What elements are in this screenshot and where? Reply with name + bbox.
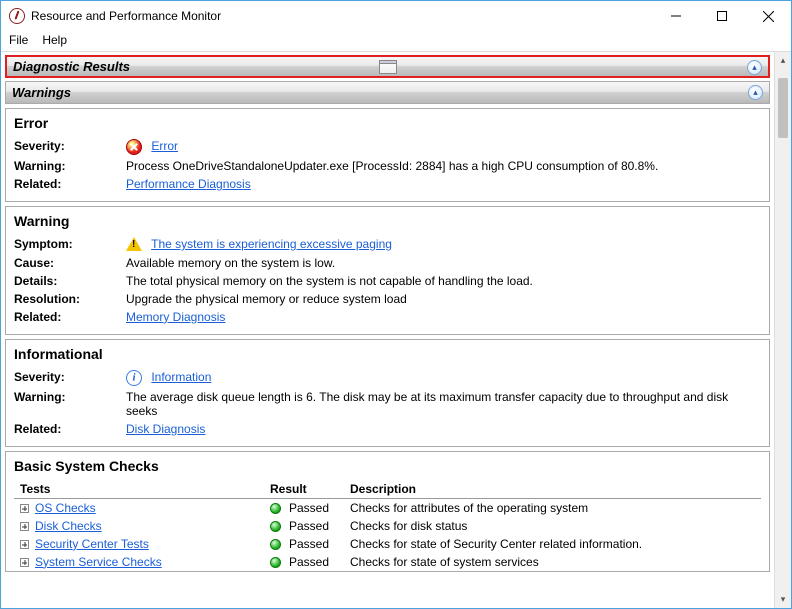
result-text: Passed bbox=[289, 501, 329, 515]
banner-warnings[interactable]: Warnings ▴ bbox=[5, 81, 770, 104]
value-related: Performance Diagnosis bbox=[126, 177, 761, 191]
expand-icon[interactable] bbox=[20, 522, 29, 531]
label-warning: Warning: bbox=[14, 390, 126, 418]
value-severity: Error bbox=[126, 139, 761, 155]
table-header-row: Tests Result Description bbox=[14, 480, 761, 499]
calendar-icon bbox=[379, 60, 397, 74]
banner-title: Diagnostic Results bbox=[13, 59, 130, 74]
label-related: Related: bbox=[14, 177, 126, 191]
desc-text: Checks for disk status bbox=[344, 517, 761, 535]
label-warning: Warning: bbox=[14, 159, 126, 173]
desc-text: Checks for attributes of the operating s… bbox=[344, 498, 761, 517]
col-tests[interactable]: Tests bbox=[14, 480, 264, 499]
table-row: Security Center Tests Passed Checks for … bbox=[14, 535, 761, 553]
value-related: Disk Diagnosis bbox=[126, 422, 761, 436]
result-text: Passed bbox=[289, 519, 329, 533]
pass-icon bbox=[270, 557, 281, 568]
collapse-icon[interactable]: ▴ bbox=[748, 85, 763, 100]
value-details: The total physical memory on the system … bbox=[126, 274, 761, 288]
table-row: System Service Checks Passed Checks for … bbox=[14, 553, 761, 571]
pass-icon bbox=[270, 521, 281, 532]
test-link[interactable]: OS Checks bbox=[35, 501, 96, 515]
test-link[interactable]: System Service Checks bbox=[35, 555, 162, 569]
titlebar: Resource and Performance Monitor bbox=[1, 1, 791, 31]
scroll-thumb[interactable] bbox=[778, 78, 788, 138]
content-wrap: Diagnostic Results ▴ Warnings ▴ Error Se… bbox=[1, 51, 791, 608]
error-panel: Error Severity: Error Warning: Process O… bbox=[5, 108, 770, 202]
value-severity: Information bbox=[126, 370, 761, 386]
value-resolution: Upgrade the physical memory or reduce sy… bbox=[126, 292, 761, 306]
expand-icon[interactable] bbox=[20, 558, 29, 567]
result-text: Passed bbox=[289, 555, 329, 569]
minimize-button[interactable] bbox=[653, 1, 699, 31]
basic-system-checks: Basic System Checks Tests Result Descrip… bbox=[5, 451, 770, 572]
collapse-icon[interactable]: ▴ bbox=[747, 60, 762, 75]
banner-diagnostic-results[interactable]: Diagnostic Results ▴ bbox=[5, 55, 770, 78]
value-symptom: The system is experiencing excessive pag… bbox=[126, 237, 761, 252]
table-row: Disk Checks Passed Checks for disk statu… bbox=[14, 517, 761, 535]
menubar: File Help bbox=[1, 31, 791, 51]
label-resolution: Resolution: bbox=[14, 292, 126, 306]
related-link[interactable]: Performance Diagnosis bbox=[126, 177, 251, 191]
col-description[interactable]: Description bbox=[344, 480, 761, 499]
severity-link[interactable]: Information bbox=[151, 370, 211, 384]
warning-icon bbox=[126, 237, 142, 251]
desc-text: Checks for state of system services bbox=[344, 553, 761, 571]
window-controls bbox=[653, 1, 791, 31]
related-link[interactable]: Disk Diagnosis bbox=[126, 422, 205, 436]
result-text: Passed bbox=[289, 537, 329, 551]
expand-icon[interactable] bbox=[20, 540, 29, 549]
test-link[interactable]: Security Center Tests bbox=[35, 537, 149, 551]
label-symptom: Symptom: bbox=[14, 237, 126, 252]
label-related: Related: bbox=[14, 310, 126, 324]
label-related: Related: bbox=[14, 422, 126, 436]
banner-title: Warnings bbox=[12, 85, 71, 100]
symptom-link[interactable]: The system is experiencing excessive pag… bbox=[151, 237, 392, 251]
scroll-up-icon[interactable]: ▴ bbox=[775, 52, 791, 69]
content-area: Diagnostic Results ▴ Warnings ▴ Error Se… bbox=[1, 52, 774, 608]
value-warning: The average disk queue length is 6. The … bbox=[126, 390, 761, 418]
menu-help[interactable]: Help bbox=[42, 33, 67, 47]
vertical-scrollbar[interactable]: ▴ ▾ bbox=[774, 52, 791, 608]
value-related: Memory Diagnosis bbox=[126, 310, 761, 324]
value-warning: Process OneDriveStandaloneUpdater.exe [P… bbox=[126, 159, 761, 173]
maximize-button[interactable] bbox=[699, 1, 745, 31]
severity-link[interactable]: Error bbox=[151, 139, 178, 153]
error-icon bbox=[126, 139, 142, 155]
label-severity: Severity: bbox=[14, 370, 126, 386]
checks-table: Tests Result Description OS Checks Passe… bbox=[14, 480, 761, 571]
label-cause: Cause: bbox=[14, 256, 126, 270]
informational-panel: Informational Severity: Information Warn… bbox=[5, 339, 770, 447]
info-icon bbox=[126, 370, 142, 386]
panel-heading: Error bbox=[14, 115, 761, 131]
close-button[interactable] bbox=[745, 1, 791, 31]
menu-file[interactable]: File bbox=[9, 33, 28, 47]
col-result[interactable]: Result bbox=[264, 480, 344, 499]
related-link[interactable]: Memory Diagnosis bbox=[126, 310, 225, 324]
warning-panel: Warning Symptom: The system is experienc… bbox=[5, 206, 770, 335]
table-row: OS Checks Passed Checks for attributes o… bbox=[14, 498, 761, 517]
app-icon bbox=[9, 8, 25, 24]
value-cause: Available memory on the system is low. bbox=[126, 256, 761, 270]
test-link[interactable]: Disk Checks bbox=[35, 519, 102, 533]
panel-heading: Warning bbox=[14, 213, 761, 229]
pass-icon bbox=[270, 539, 281, 550]
pass-icon bbox=[270, 503, 281, 514]
main-window: Resource and Performance Monitor File He… bbox=[0, 0, 792, 609]
panel-heading: Basic System Checks bbox=[14, 458, 761, 474]
scroll-down-icon[interactable]: ▾ bbox=[775, 591, 791, 608]
desc-text: Checks for state of Security Center rela… bbox=[344, 535, 761, 553]
label-details: Details: bbox=[14, 274, 126, 288]
window-title: Resource and Performance Monitor bbox=[25, 9, 653, 23]
label-severity: Severity: bbox=[14, 139, 126, 155]
panel-heading: Informational bbox=[14, 346, 761, 362]
expand-icon[interactable] bbox=[20, 504, 29, 513]
